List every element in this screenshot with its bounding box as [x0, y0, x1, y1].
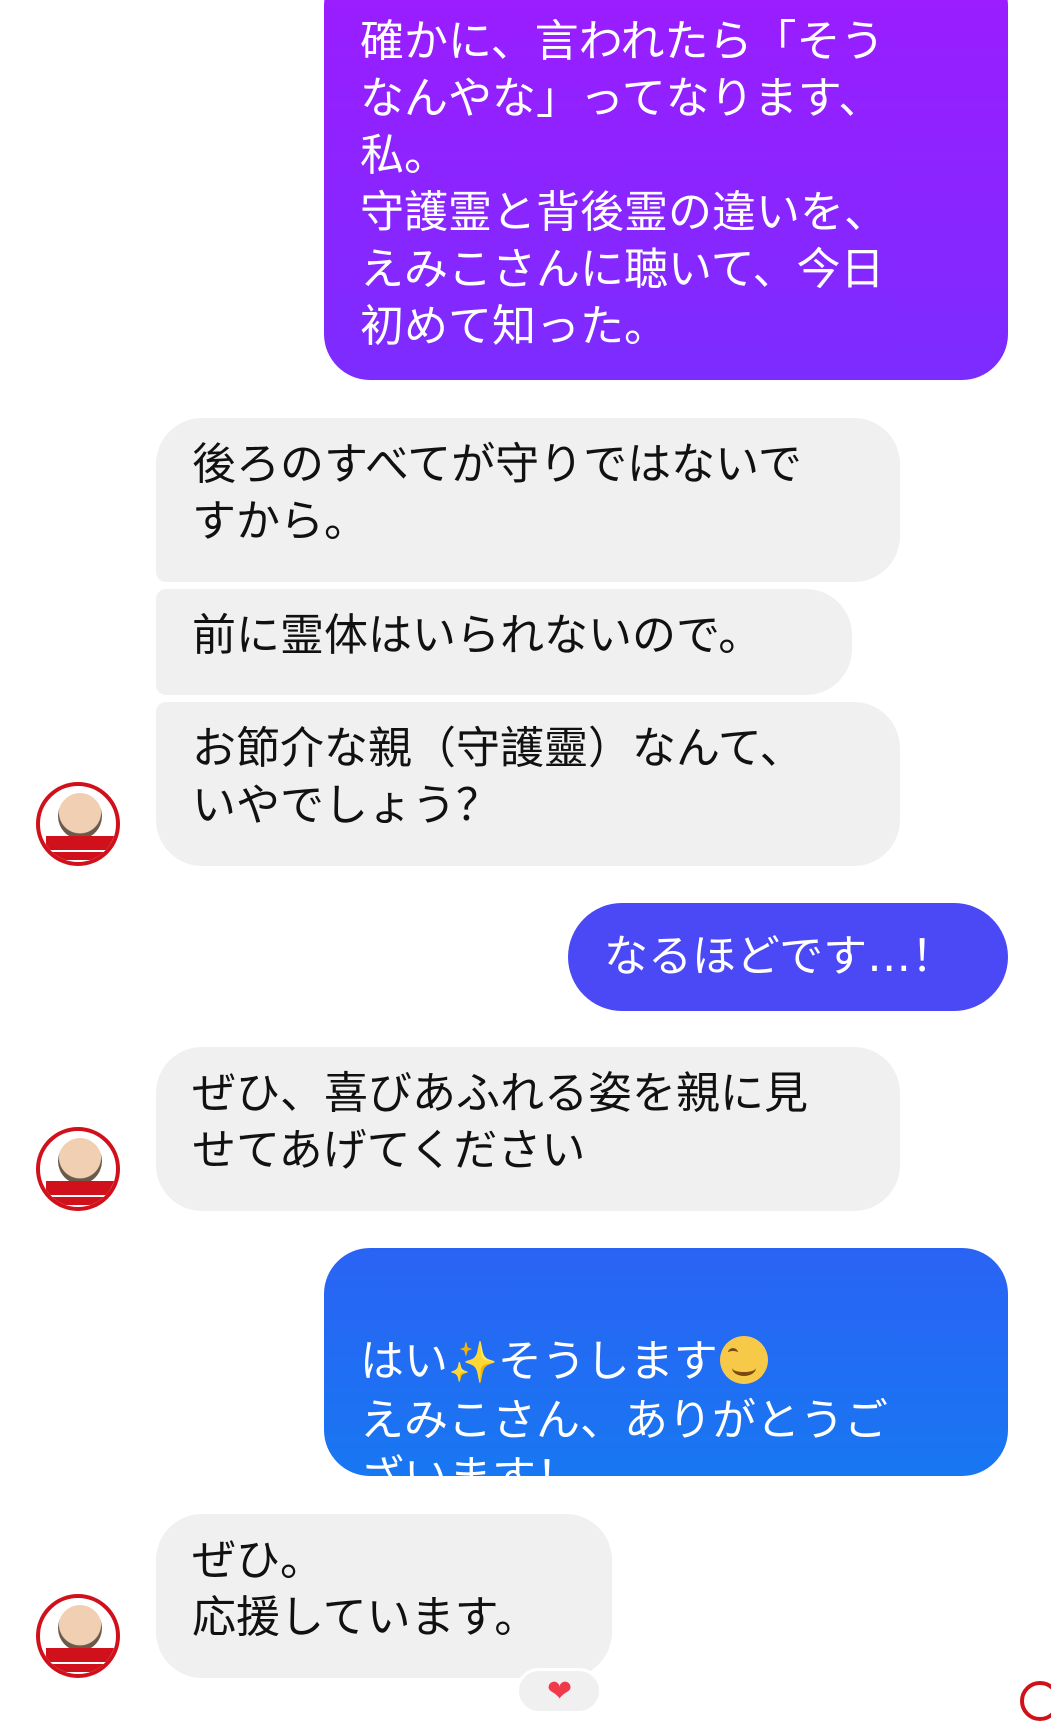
message-text: えみこさん、ありがとうご ざいます！: [360, 1395, 888, 1503]
outgoing-message[interactable]: 確かに、言われたら「そう なんやな」ってなります、 私。 守護霊と背後霊の違いを…: [324, 0, 1008, 380]
message-text: はい: [360, 1336, 448, 1387]
contact-avatar[interactable]: [36, 1594, 120, 1678]
sparkles-icon: ✨: [448, 1340, 498, 1386]
message-reaction[interactable]: ❤: [516, 1668, 602, 1714]
message-text: そうします: [497, 1336, 718, 1387]
heart-icon: ❤: [547, 1674, 573, 1709]
incoming-message[interactable]: お節介な親（守護靈）なんて、 いやでしょう？: [156, 702, 900, 866]
contact-avatar[interactable]: [36, 782, 120, 866]
incoming-message[interactable]: ぜひ、喜びあふれる姿を親に見 せてあげてください: [156, 1047, 900, 1211]
outgoing-message[interactable]: はい✨そうします えみこさん、ありがとうご ざいます！: [324, 1248, 1008, 1503]
smiling-face-icon: [719, 1336, 768, 1384]
contact-avatar[interactable]: [36, 1127, 120, 1211]
read-receipt-avatar: [1020, 1681, 1051, 1721]
incoming-message[interactable]: 後ろのすべてが守りではないで すから。: [156, 418, 900, 582]
outgoing-message[interactable]: なるほどです…！: [568, 903, 1008, 1011]
incoming-message[interactable]: 前に霊体はいられないので。: [156, 589, 852, 695]
incoming-message[interactable]: ぜひ。 応援しています。: [156, 1514, 612, 1678]
